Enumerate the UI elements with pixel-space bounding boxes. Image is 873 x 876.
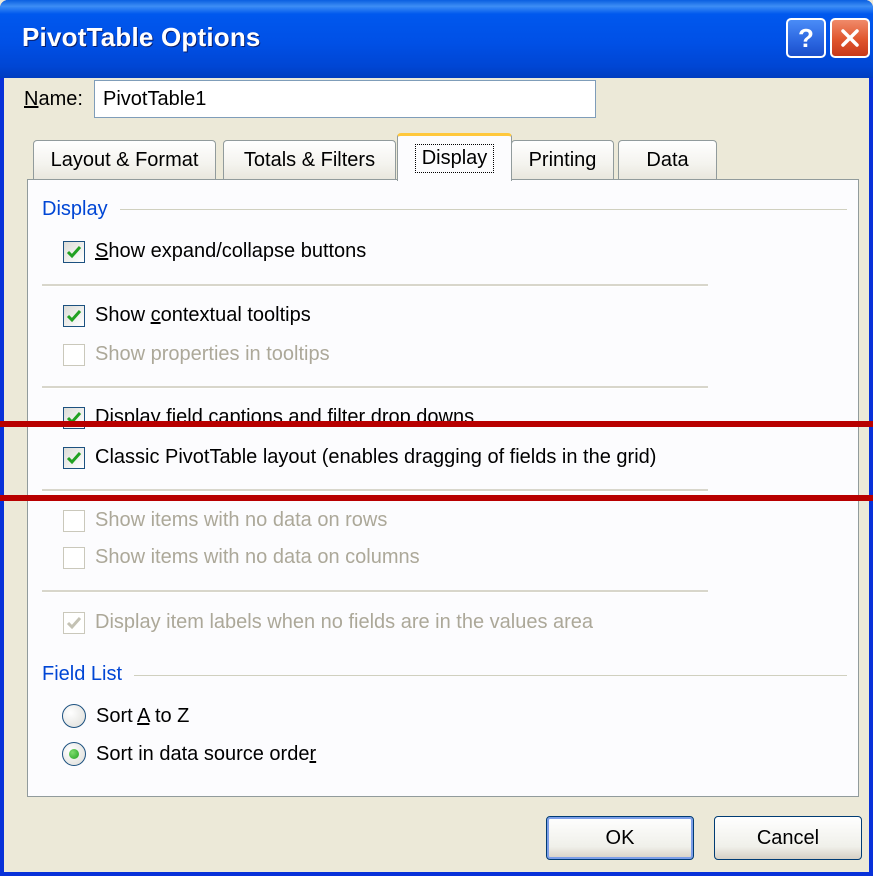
tab-display[interactable]: Display [397, 133, 512, 181]
checkbox[interactable] [63, 240, 85, 263]
close-button[interactable] [830, 18, 870, 58]
cancel-button[interactable]: Cancel [714, 816, 862, 860]
sort-a-to-z-radio[interactable]: Sort A to Z [62, 704, 189, 728]
check-icon [66, 309, 82, 322]
name-label: Name: [24, 88, 83, 110]
tab-printing[interactable]: Printing [511, 140, 614, 180]
tab-data[interactable]: Data [618, 140, 717, 180]
display-group-title: Display [42, 198, 120, 221]
checkbox-label: Show items with no data on rows [95, 509, 388, 531]
field-list-group-title: Field List [42, 663, 135, 686]
close-icon [841, 29, 859, 47]
annotation-line-bottom [0, 495, 873, 501]
display-tab-panel: Display Show expand/collapse buttons Sho… [27, 179, 859, 797]
radio-selected-dot [69, 749, 79, 759]
separator [42, 284, 708, 287]
checkbox-label: Show contextual tooltips [95, 304, 311, 326]
name-field[interactable] [94, 80, 596, 118]
radio-button[interactable] [62, 704, 86, 728]
checkbox-label: Classic PivotTable layout (enables dragg… [95, 446, 657, 468]
checkbox[interactable] [63, 509, 85, 532]
check-icon [66, 616, 82, 629]
show-contextual-tooltips-checkbox[interactable]: Show contextual tooltips [63, 304, 311, 327]
radio-label: Sort A to Z [96, 704, 190, 727]
display-item-labels-checkbox[interactable]: Display item labels when no fields are i… [63, 611, 593, 634]
ok-button[interactable]: OK [546, 816, 694, 860]
check-icon [66, 451, 82, 464]
dialog-title: PivotTable Options [22, 22, 261, 52]
checkbox-label: Show expand/collapse buttons [95, 240, 367, 262]
checkbox-label: Display item labels when no fields are i… [95, 611, 594, 633]
show-expand-collapse-checkbox[interactable]: Show expand/collapse buttons [63, 240, 366, 263]
tab-layout-format[interactable]: Layout & Format [33, 140, 216, 180]
separator [42, 386, 708, 389]
classic-pivottable-layout-checkbox[interactable]: Classic PivotTable layout (enables dragg… [63, 446, 656, 469]
show-items-no-data-columns-checkbox[interactable]: Show items with no data on columns [63, 546, 420, 569]
show-items-no-data-rows-checkbox[interactable]: Show items with no data on rows [63, 509, 387, 532]
tab-totals-filters[interactable]: Totals & Filters [223, 140, 396, 180]
check-icon [66, 245, 82, 258]
separator [42, 590, 708, 593]
checkbox-label: Show items with no data on columns [95, 546, 420, 568]
radio-label: Sort in data source order [96, 742, 317, 765]
checkbox[interactable] [63, 611, 85, 634]
title-bar: PivotTable Options ? [0, 0, 873, 78]
sort-data-source-order-radio[interactable]: Sort in data source order [62, 742, 316, 766]
checkbox[interactable] [63, 546, 85, 569]
help-button[interactable]: ? [786, 18, 826, 58]
checkbox[interactable] [63, 446, 85, 469]
radio-button[interactable] [62, 742, 86, 766]
annotation-line-top [0, 421, 873, 427]
help-icon: ? [798, 22, 814, 53]
separator [42, 489, 708, 492]
checkbox-label: Show properties in tooltips [95, 343, 330, 365]
checkbox[interactable] [63, 343, 85, 366]
show-properties-in-tooltips-checkbox[interactable]: Show properties in tooltips [63, 343, 330, 366]
checkbox[interactable] [63, 304, 85, 327]
